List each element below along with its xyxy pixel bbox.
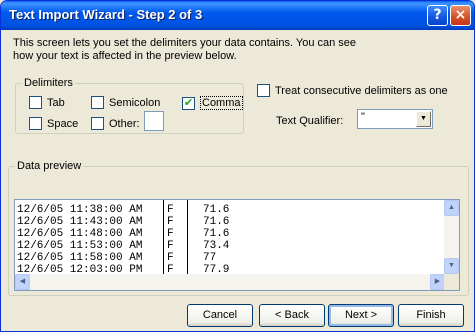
other-checkbox-box[interactable] xyxy=(91,117,104,130)
preview-row: 12/6/05 11:43:00 AM F 71.6 xyxy=(17,216,442,228)
preview-cell: 12/6/05 11:53:00 AM xyxy=(17,240,143,252)
tab-checkbox[interactable]: Tab xyxy=(29,96,65,109)
instructions-text: This screen lets you set the delimiters … xyxy=(13,37,357,62)
other-label: Other: xyxy=(109,117,140,130)
space-checkbox-box[interactable] xyxy=(29,117,42,130)
semicolon-checkbox-box[interactable] xyxy=(91,96,104,109)
data-preview-label: Data preview xyxy=(15,160,84,173)
preview-cell: F xyxy=(167,204,174,216)
column-separator[interactable] xyxy=(187,200,188,274)
preview-row: 12/6/05 11:38:00 AM F 71.6 xyxy=(17,204,442,216)
consecutive-label: Treat consecutive delimiters as one xyxy=(275,84,448,97)
preview-cell: 12/6/05 11:48:00 AM xyxy=(17,228,143,240)
other-checkbox[interactable]: Other: xyxy=(91,117,140,130)
preview-cell: 12/6/05 11:43:00 AM xyxy=(17,216,143,228)
arrow-left-icon[interactable]: ◀ xyxy=(15,274,30,290)
finish-button[interactable]: Finish xyxy=(398,304,464,327)
help-button[interactable]: ? xyxy=(427,5,448,26)
arrow-down-icon[interactable]: ▼ xyxy=(444,258,459,274)
preview-cell: 71.6 xyxy=(203,216,230,228)
preview-row: 12/6/05 11:48:00 AM F 71.6 xyxy=(17,228,442,240)
tab-checkbox-box[interactable] xyxy=(29,96,42,109)
comma-checkbox[interactable]: Comma xyxy=(182,96,243,110)
scroll-corner xyxy=(444,274,459,290)
semicolon-checkbox[interactable]: Semicolon xyxy=(91,96,160,109)
window-title: Text Import Wizard - Step 2 of 3 xyxy=(9,7,203,22)
preview-cell: F xyxy=(167,252,174,264)
checkmark-icon[interactable] xyxy=(182,96,195,110)
title-bar[interactable]: Text Import Wizard - Step 2 of 3 ? × xyxy=(1,1,474,30)
back-button[interactable]: < Back xyxy=(259,304,325,327)
column-separator[interactable] xyxy=(163,200,164,274)
delimiters-label: Delimiters xyxy=(22,77,75,90)
preview-cell: F xyxy=(167,228,174,240)
other-delimiter-input[interactable] xyxy=(144,111,164,131)
preview-row: 12/6/05 11:58:00 AM F 77 xyxy=(17,252,442,264)
data-preview-grid[interactable]: 12/6/05 11:38:00 AM F 71.6 12/6/05 11:43:00… xyxy=(14,199,460,291)
comma-label: Comma xyxy=(200,96,243,110)
arrow-up-icon[interactable]: ▲ xyxy=(444,200,459,216)
preview-cell: 12/6/05 11:38:00 AM xyxy=(17,204,143,216)
preview-row: 12/6/05 11:53:00 AM F 73.4 xyxy=(17,240,442,252)
consecutive-checkbox-box[interactable] xyxy=(257,84,270,97)
preview-cell: F xyxy=(167,240,174,252)
horizontal-scrollbar[interactable]: ◀ ▶ xyxy=(15,274,445,290)
tab-label: Tab xyxy=(47,96,65,109)
close-button[interactable]: × xyxy=(450,5,471,26)
preview-cell: 77 xyxy=(203,252,217,264)
text-qualifier-label: Text Qualifier: xyxy=(276,115,344,127)
space-label: Space xyxy=(47,117,79,130)
next-button[interactable]: Next > xyxy=(328,304,394,327)
vertical-scrollbar[interactable]: ▲ ▼ xyxy=(444,200,459,274)
consecutive-delimiters-checkbox[interactable]: Treat consecutive delimiters as one xyxy=(257,84,448,97)
cancel-button[interactable]: Cancel xyxy=(187,304,253,327)
arrow-right-icon[interactable]: ▶ xyxy=(430,274,445,290)
text-qualifier-dropdown[interactable]: " ▼ xyxy=(357,109,433,129)
text-qualifier-value: " xyxy=(361,111,365,123)
preview-cell: 73.4 xyxy=(203,240,230,252)
preview-cell: 12/6/05 11:58:00 AM xyxy=(17,252,143,264)
preview-cell: 71.6 xyxy=(203,204,230,216)
chevron-down-icon[interactable]: ▼ xyxy=(416,111,431,127)
text-import-wizard-dialog: Text Import Wizard - Step 2 of 3 ? × Thi… xyxy=(0,0,475,332)
space-checkbox[interactable]: Space xyxy=(29,117,78,130)
preview-cell: 71.6 xyxy=(203,228,230,240)
preview-cell: F xyxy=(167,216,174,228)
semicolon-label: Semicolon xyxy=(109,96,161,109)
